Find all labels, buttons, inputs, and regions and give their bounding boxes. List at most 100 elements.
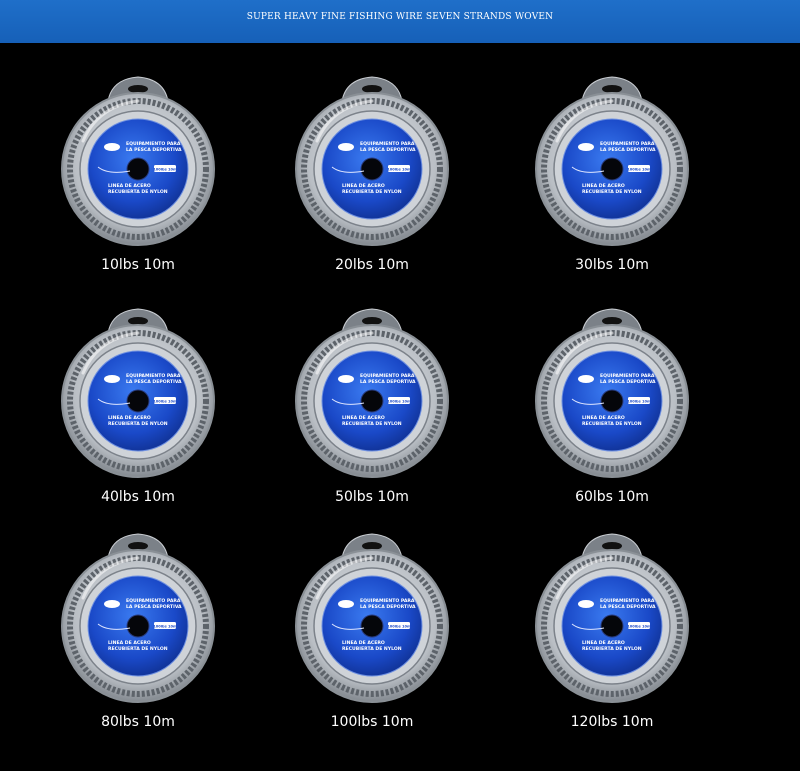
product-item[interactable]: EQUIPAMIENTO PARA LA PESCA DEPORTIVA LINEA… [272, 303, 472, 528]
hang-hole [362, 542, 382, 550]
product-grid: EQUIPAMIENTO PARA LA PESCA DEPORTIVA LINEA… [0, 43, 800, 771]
spool-hole [600, 614, 624, 638]
product-image: EQUIPAMIENTO PARA LA PESCA DEPORTIVA LINEA… [38, 303, 238, 483]
spool-hole [126, 614, 150, 638]
hang-hole [128, 85, 148, 93]
product-image: EQUIPAMIENTO PARA LA PESCA DEPORTIVA LINEA… [272, 528, 472, 708]
label-text: RECUBIERTA DE NYLON [342, 646, 402, 652]
label-text: LA PESCA DEPORTIVA [600, 604, 656, 610]
product-item[interactable]: EQUIPAMIENTO PARA LA PESCA DEPORTIVA LINEA… [512, 528, 712, 753]
product-item[interactable]: EQUIPAMIENTO PARA LA PESCA DEPORTIVA LINEA… [512, 303, 712, 528]
label-text: LINEA DE ACERO [108, 640, 151, 646]
hang-hole [128, 542, 148, 550]
label-text: EQUIPAMIENTO PARA [126, 141, 181, 147]
header-banner: SUPER HEAVY FINE FISHING WIRE SEVEN STRA… [0, 0, 800, 43]
product-item[interactable]: EQUIPAMIENTO PARA LA PESCA DEPORTIVA LINEA… [38, 303, 238, 528]
banner-title: SUPER HEAVY FINE FISHING WIRE SEVEN STRA… [246, 11, 554, 22]
label-text: RECUBIERTA DE NYLON [342, 421, 402, 427]
label-text: LA PESCA DEPORTIVA [126, 379, 182, 385]
spool-hole [360, 157, 384, 181]
product-item[interactable]: EQUIPAMIENTO PARA LA PESCA DEPORTIVA LINEA… [38, 528, 238, 753]
product-image: EQUIPAMIENTO PARA LA PESCA DEPORTIVA LINEA… [38, 528, 238, 708]
product-caption: 30lbs 10m [575, 257, 649, 273]
label-text: RECUBIERTA DE NYLON [342, 189, 402, 195]
spool-hole [126, 157, 150, 181]
label-text: LINEA DE ACERO [582, 415, 625, 421]
label-text: LA PESCA DEPORTIVA [360, 379, 416, 385]
label-text: RECUBIERTA DE NYLON [582, 421, 642, 427]
hang-hole [128, 317, 148, 325]
label-text: RECUBIERTA DE NYLON [108, 189, 168, 195]
product-item[interactable]: EQUIPAMIENTO PARA LA PESCA DEPORTIVA LINEA… [272, 71, 472, 296]
label-text: LINEA DE ACERO [582, 640, 625, 646]
label-text: LA PESCA DEPORTIVA [126, 604, 182, 610]
label-text: EQUIPAMIENTO PARA [360, 141, 415, 147]
label-text: LINEA DE ACERO [108, 415, 151, 421]
brand-logo [578, 600, 594, 608]
strength-badge-text: 100lbs 10m [153, 399, 177, 403]
product-caption: 60lbs 10m [575, 489, 649, 505]
strength-badge-text: 100lbs 10m [387, 399, 411, 403]
label-text: LA PESCA DEPORTIVA [600, 147, 656, 153]
label-text: EQUIPAMIENTO PARA [600, 141, 655, 147]
label-text: LINEA DE ACERO [108, 183, 151, 189]
brand-logo [104, 143, 120, 151]
label-text: RECUBIERTA DE NYLON [108, 646, 168, 652]
hang-hole [362, 317, 382, 325]
product-caption: 120lbs 10m [570, 714, 654, 730]
product-caption: 20lbs 10m [335, 257, 409, 273]
brand-logo [578, 143, 594, 151]
brand-logo [338, 375, 354, 383]
hang-hole [602, 85, 622, 93]
strength-badge-text: 100lbs 10m [153, 624, 177, 628]
label-text: LA PESCA DEPORTIVA [360, 604, 416, 610]
product-item[interactable]: EQUIPAMIENTO PARA LA PESCA DEPORTIVA LINEA… [38, 71, 238, 296]
page: SUPER HEAVY FINE FISHING WIRE SEVEN STRA… [0, 0, 800, 771]
product-caption: 80lbs 10m [101, 714, 175, 730]
brand-logo [338, 600, 354, 608]
product-caption: 40lbs 10m [101, 489, 175, 505]
label-text: EQUIPAMIENTO PARA [360, 598, 415, 604]
strength-badge-text: 100lbs 10m [153, 167, 177, 171]
label-text: EQUIPAMIENTO PARA [600, 373, 655, 379]
label-text: EQUIPAMIENTO PARA [600, 598, 655, 604]
label-text: RECUBIERTA DE NYLON [108, 421, 168, 427]
product-item[interactable]: EQUIPAMIENTO PARA LA PESCA DEPORTIVA LINEA… [272, 528, 472, 753]
spool-hole [126, 389, 150, 413]
product-image: EQUIPAMIENTO PARA LA PESCA DEPORTIVA LINEA… [512, 71, 712, 251]
spool-hole [360, 389, 384, 413]
label-text: EQUIPAMIENTO PARA [126, 598, 181, 604]
product-image: EQUIPAMIENTO PARA LA PESCA DEPORTIVA LINEA… [38, 71, 238, 251]
strength-badge-text: 100lbs 10m [627, 399, 651, 403]
hang-hole [602, 542, 622, 550]
strength-badge-text: 100lbs 10m [627, 167, 651, 171]
brand-logo [104, 375, 120, 383]
strength-badge-text: 100lbs 10m [387, 167, 411, 171]
product-caption: 10lbs 10m [101, 257, 175, 273]
label-text: LINEA DE ACERO [582, 183, 625, 189]
label-text: LINEA DE ACERO [342, 415, 385, 421]
label-text: LA PESCA DEPORTIVA [360, 147, 416, 153]
label-text: LA PESCA DEPORTIVA [126, 147, 182, 153]
label-text: RECUBIERTA DE NYLON [582, 189, 642, 195]
label-text: LA PESCA DEPORTIVA [600, 379, 656, 385]
label-text: EQUIPAMIENTO PARA [126, 373, 181, 379]
hang-hole [362, 85, 382, 93]
product-image: EQUIPAMIENTO PARA LA PESCA DEPORTIVA LINEA… [272, 303, 472, 483]
label-text: LINEA DE ACERO [342, 183, 385, 189]
label-text: RECUBIERTA DE NYLON [582, 646, 642, 652]
product-image: EQUIPAMIENTO PARA LA PESCA DEPORTIVA LINEA… [272, 71, 472, 251]
spool-hole [600, 389, 624, 413]
brand-logo [104, 600, 120, 608]
product-image: EQUIPAMIENTO PARA LA PESCA DEPORTIVA LINEA… [512, 303, 712, 483]
product-item[interactable]: EQUIPAMIENTO PARA LA PESCA DEPORTIVA LINEA… [512, 71, 712, 296]
product-image: EQUIPAMIENTO PARA LA PESCA DEPORTIVA LINEA… [512, 528, 712, 708]
spool-hole [360, 614, 384, 638]
product-caption: 100lbs 10m [330, 714, 414, 730]
hang-hole [602, 317, 622, 325]
product-caption: 50lbs 10m [335, 489, 409, 505]
label-text: LINEA DE ACERO [342, 640, 385, 646]
strength-badge-text: 100lbs 10m [387, 624, 411, 628]
spool-hole [600, 157, 624, 181]
brand-logo [338, 143, 354, 151]
